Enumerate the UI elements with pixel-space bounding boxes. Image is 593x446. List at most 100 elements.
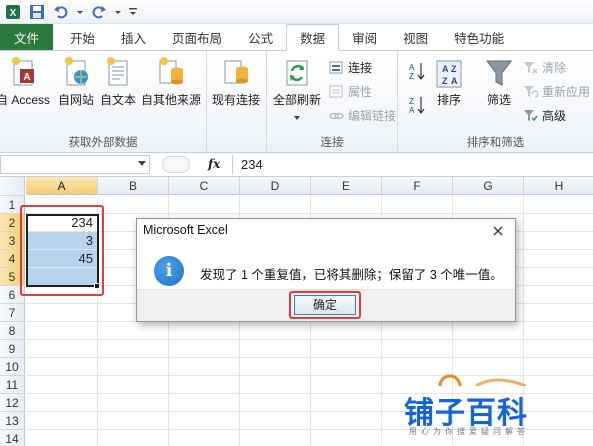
filter-button[interactable]: 筛选	[484, 55, 514, 108]
tab-view[interactable]: 视图	[390, 24, 441, 50]
column-header-e[interactable]: E	[311, 177, 382, 195]
tab-special[interactable]: 特色功能	[441, 24, 517, 50]
link-icon	[329, 108, 344, 123]
formula-input[interactable]: 234	[232, 155, 593, 174]
sort-icon: AZZA	[434, 55, 464, 89]
from-text-button[interactable]: 自文本	[100, 55, 136, 108]
group-get-external-data: A 自 Access 自网站 自文本 自其他来源 获取外部数据	[0, 51, 207, 153]
sort-ascending-button[interactable]: AZ	[408, 61, 426, 81]
sort-button[interactable]: AZZA 排序	[434, 55, 464, 108]
from-text-label: 自文本	[100, 93, 137, 107]
properties-label: 属性	[348, 84, 373, 99]
properties-button[interactable]: 属性	[329, 81, 372, 101]
column-header-a[interactable]: A	[26, 177, 98, 195]
undo-dropdown-icon[interactable]	[76, 3, 84, 21]
save-icon[interactable]	[28, 3, 46, 21]
sort-za-icon: ZA	[408, 95, 426, 115]
refresh-all-label: 全部刷新	[273, 93, 322, 107]
clear-filter-button[interactable]: 清除	[523, 57, 566, 77]
group-connections: 全部刷新 连接 属性 编辑链接 连接	[267, 51, 398, 153]
formula-bar-separator	[162, 156, 190, 173]
select-all-corner[interactable]	[0, 177, 25, 196]
refresh-dropdown-icon[interactable]	[293, 110, 301, 124]
column-header-g[interactable]: G	[453, 177, 524, 195]
tab-review[interactable]: 审阅	[339, 24, 390, 50]
advanced-filter-label: 高级	[542, 108, 567, 123]
name-box[interactable]	[0, 155, 150, 174]
column-header-b[interactable]: B	[98, 177, 169, 195]
row-header-7[interactable]: 7	[0, 304, 25, 322]
redo-dropdown-icon[interactable]	[114, 3, 122, 21]
filter-label: 筛选	[486, 93, 511, 107]
formula-bar: fx 234	[0, 153, 593, 177]
svg-text:A: A	[451, 76, 458, 86]
row-header-12[interactable]: 12	[0, 394, 25, 412]
tab-home[interactable]: 开始	[57, 24, 108, 50]
connections-label: 连接	[348, 60, 373, 75]
svg-text:Z: Z	[409, 72, 414, 81]
svg-text:A: A	[23, 72, 30, 83]
clear-filter-icon	[523, 60, 538, 75]
from-access-button[interactable]: A 自 Access	[0, 55, 50, 108]
tab-data[interactable]: 数据	[286, 24, 340, 51]
sort-label: 排序	[436, 93, 461, 107]
row-header-10[interactable]: 10	[0, 358, 25, 376]
web-icon	[61, 55, 91, 89]
row-header-8[interactable]: 8	[0, 322, 25, 340]
tab-formulas[interactable]: 公式	[235, 24, 286, 50]
row-header-11[interactable]: 11	[0, 376, 25, 394]
clear-filter-label: 清除	[542, 60, 567, 75]
group-sort-filter: AZ ZA AZZA 排序 筛选 清除 重新应用 高级 排序和筛选	[398, 51, 593, 153]
close-icon[interactable]	[487, 222, 509, 240]
column-header-c[interactable]: C	[169, 177, 240, 195]
svg-text:A: A	[409, 106, 415, 115]
edit-links-button[interactable]: 编辑链接	[329, 105, 396, 125]
group-label-connections: 连接	[320, 137, 344, 149]
group-label-get-external: 获取外部数据	[68, 137, 138, 149]
info-icon: i	[154, 256, 184, 286]
from-web-button[interactable]: 自网站	[58, 55, 94, 108]
row-header-13[interactable]: 13	[0, 412, 25, 430]
svg-text:Z: Z	[442, 76, 448, 86]
svg-text:X: X	[10, 8, 17, 19]
sort-az-icon: AZ	[408, 61, 426, 81]
customize-qat-icon[interactable]	[128, 3, 138, 21]
svg-text:Z: Z	[409, 97, 414, 106]
undo-icon[interactable]	[52, 3, 70, 21]
dialog-footer: 确定	[137, 289, 515, 321]
column-header-d[interactable]: D	[240, 177, 311, 195]
redo-icon[interactable]	[90, 3, 108, 21]
column-header-f[interactable]: F	[382, 177, 453, 195]
connections-icon	[329, 60, 344, 75]
red-highlight-box	[289, 291, 361, 319]
tab-insert[interactable]: 插入	[108, 24, 159, 50]
group-label-sort-filter: 排序和筛选	[466, 137, 525, 149]
from-other-sources-button[interactable]: 自其他来源	[141, 55, 201, 108]
svg-text:A: A	[442, 64, 449, 74]
advanced-filter-icon	[523, 108, 538, 123]
row-header-14[interactable]: 14	[0, 430, 25, 446]
existing-connections-icon	[221, 55, 251, 89]
existing-connections-button[interactable]: 现有连接	[212, 55, 260, 108]
reapply-icon	[523, 84, 539, 99]
properties-icon	[329, 84, 344, 99]
sort-descending-button[interactable]: ZA	[408, 95, 426, 115]
advanced-filter-button[interactable]: 高级	[523, 105, 566, 125]
name-box-dropdown-icon[interactable]	[138, 161, 146, 166]
tab-file[interactable]: 文件	[0, 24, 54, 50]
dialog-title: Microsoft Excel	[143, 223, 228, 237]
remove-duplicates-dialog: Microsoft Excel i 发现了 1 个重复值，已将其删除；保留了 3…	[136, 218, 516, 322]
tab-page-layout[interactable]: 页面布局	[159, 24, 235, 50]
insert-function-icon[interactable]: fx	[208, 157, 220, 171]
row-header-9[interactable]: 9	[0, 340, 25, 358]
text-file-icon	[103, 55, 133, 89]
reapply-button[interactable]: 重新应用	[523, 81, 590, 101]
from-other-sources-label: 自其他来源	[141, 93, 202, 107]
existing-connections-label: 现有连接	[212, 93, 261, 107]
connections-button[interactable]: 连接	[329, 57, 372, 77]
column-header-h[interactable]: H	[524, 177, 593, 195]
svg-text:A: A	[409, 63, 415, 72]
refresh-all-button[interactable]: 全部刷新	[273, 55, 321, 124]
svg-text:Z: Z	[451, 64, 457, 74]
from-access-label: 自 Access	[0, 93, 51, 107]
